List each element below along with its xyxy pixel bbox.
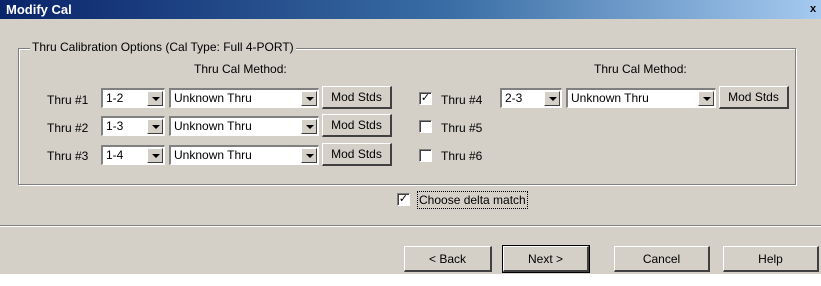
check-icon: ✓ — [420, 92, 431, 104]
thru-1-mod-stds-button[interactable]: Mod Stds — [322, 86, 392, 109]
thru-1-method-select[interactable]: Unknown Thru — [169, 88, 319, 108]
chevron-down-icon[interactable] — [147, 148, 163, 163]
window-title: Modify Cal — [6, 2, 72, 17]
thru-3-method-select[interactable]: Unknown Thru — [169, 145, 319, 165]
thru-2-mod-stds-button[interactable]: Mod Stds — [322, 114, 392, 137]
thru-3-port-select[interactable]: 1-4 — [101, 145, 165, 165]
bottom-margin — [0, 274, 821, 286]
thru-4-checkbox[interactable]: ✓ — [419, 92, 432, 105]
thru-4-method-select[interactable]: Unknown Thru — [566, 88, 716, 108]
chevron-down-icon[interactable] — [544, 91, 560, 106]
title-bar: Modify Cal x — [0, 0, 821, 19]
thru-3-label: Thru #3 — [47, 149, 89, 163]
thru-2-label: Thru #2 — [47, 121, 89, 135]
thru-5-label: Thru #5 — [441, 121, 483, 135]
chevron-down-icon[interactable] — [301, 148, 317, 163]
thru-4-label: Thru #4 — [441, 93, 483, 107]
check-icon: ✓ — [398, 193, 409, 205]
thru-2-port-select[interactable]: 1-3 — [101, 116, 165, 136]
next-button[interactable]: Next > — [502, 245, 590, 273]
thru-4-port-select[interactable]: 2-3 — [500, 88, 562, 108]
modify-cal-dialog: Modify Cal x Thru Calibration Options (C… — [0, 0, 821, 286]
thru-2-port-value: 1-3 — [106, 119, 124, 133]
thru-1-port-value: 1-2 — [106, 91, 124, 105]
thru-1-method-value: Unknown Thru — [174, 91, 252, 105]
separator — [0, 225, 821, 227]
thru-2-method-select[interactable]: Unknown Thru — [169, 116, 319, 136]
back-button[interactable]: < Back — [404, 246, 492, 272]
help-button[interactable]: Help — [723, 246, 819, 272]
thru-5-checkbox[interactable] — [419, 120, 432, 133]
group-legend: Thru Calibration Options (Cal Type: Full… — [30, 40, 296, 54]
thru-3-port-value: 1-4 — [106, 148, 124, 162]
close-icon[interactable]: x — [807, 0, 819, 19]
thru-1-label: Thru #1 — [47, 93, 89, 107]
thru-6-checkbox[interactable] — [419, 149, 432, 162]
thru-1-port-select[interactable]: 1-2 — [101, 88, 165, 108]
chevron-down-icon[interactable] — [698, 91, 714, 106]
thru-6-label: Thru #6 — [441, 149, 483, 163]
cancel-button[interactable]: Cancel — [614, 246, 710, 272]
thru-4-mod-stds-button[interactable]: Mod Stds — [719, 86, 789, 109]
thru-2-method-value: Unknown Thru — [174, 119, 252, 133]
chevron-down-icon[interactable] — [301, 91, 317, 106]
chevron-down-icon[interactable] — [147, 91, 163, 106]
thru-4-port-value: 2-3 — [505, 91, 523, 105]
thru-4-method-value: Unknown Thru — [571, 91, 649, 105]
delta-match-checkbox[interactable]: ✓ — [397, 193, 410, 206]
thru-3-method-value: Unknown Thru — [174, 148, 252, 162]
thru-3-mod-stds-button[interactable]: Mod Stds — [322, 143, 392, 166]
delta-match-label[interactable]: Choose delta match — [417, 191, 528, 209]
chevron-down-icon[interactable] — [147, 119, 163, 134]
right-method-header: Thru Cal Method: — [594, 62, 687, 76]
chevron-down-icon[interactable] — [301, 119, 317, 134]
left-method-header: Thru Cal Method: — [194, 62, 287, 76]
